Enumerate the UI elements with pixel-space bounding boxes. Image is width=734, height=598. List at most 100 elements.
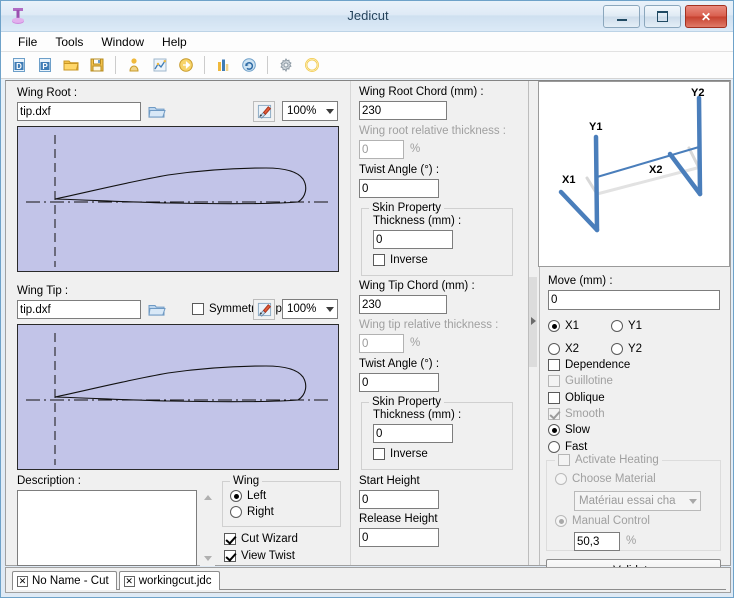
oblique-checkbox[interactable]: Oblique xyxy=(548,392,605,404)
material-value: Matériau essai cha xyxy=(579,495,676,507)
refresh-icon[interactable] xyxy=(237,53,261,77)
speed-radio-slow[interactable]: Slow xyxy=(548,424,590,436)
scroll-up-arrow-icon[interactable] xyxy=(200,490,215,505)
settings-gear-icon[interactable] xyxy=(274,53,298,77)
menu-item-tools[interactable]: Tools xyxy=(46,33,92,51)
view-twist-label: View Twist xyxy=(241,550,295,562)
axis-radio-y2[interactable]: Y2 xyxy=(611,343,642,355)
wing-tip-relative-thickness-unit: % xyxy=(410,337,421,349)
new-dxf-document-icon[interactable]: D xyxy=(7,53,31,77)
radio-dot xyxy=(548,320,560,332)
wing-tip-twist-input[interactable] xyxy=(359,373,439,392)
choose-material-radio: Choose Material xyxy=(555,473,656,485)
axis-radio-y1[interactable]: Y1 xyxy=(611,320,642,332)
wing-tip-edit-profile-button[interactable] xyxy=(253,299,275,320)
wing-side-radio-left[interactable]: Left xyxy=(230,490,266,502)
wing-root-edit-profile-button[interactable] xyxy=(253,101,275,122)
close-tab-icon[interactable]: ✕ xyxy=(123,575,135,587)
checkbox-box xyxy=(192,303,204,315)
cut-wizard-label: Cut Wizard xyxy=(241,533,298,545)
new-project-icon[interactable]: P xyxy=(33,53,57,77)
root-airfoil-drawing xyxy=(26,135,330,267)
wing-root-relative-thickness-label: Wing root relative thickness : xyxy=(359,125,507,137)
radio-dot xyxy=(611,320,623,332)
minimize-button[interactable] xyxy=(603,5,640,28)
wing-root-zoom-value: 100% xyxy=(287,105,317,117)
cut-wizard-checkbox[interactable]: Cut Wizard xyxy=(224,533,298,545)
wing-root-skin-thickness-label: Thickness (mm) : xyxy=(373,215,462,227)
menu-item-window[interactable]: Window xyxy=(92,33,153,51)
checkbox-box xyxy=(373,254,385,266)
chevron-right-icon[interactable] xyxy=(531,317,536,325)
wing-tip-file-input[interactable] xyxy=(17,300,141,319)
save-icon[interactable] xyxy=(85,53,109,77)
menu-item-file[interactable]: File xyxy=(9,33,46,51)
axis-label-y2: Y2 xyxy=(691,87,704,99)
release-height-input[interactable] xyxy=(359,528,439,547)
chart-curve-icon[interactable] xyxy=(148,53,172,77)
radio-dot xyxy=(555,473,567,485)
wing-tip-skin-group: Skin Property Thickness (mm) : Inverse xyxy=(361,396,513,470)
guillotine-label: Guillotine xyxy=(565,375,613,387)
wing-tip-label: Wing Tip : xyxy=(17,285,69,297)
bar-chart-icon[interactable] xyxy=(211,53,235,77)
wing-side-right-label: Right xyxy=(247,506,274,518)
wing-tip-relative-thickness-input[interactable] xyxy=(359,334,404,353)
machine-3d-view[interactable]: X1 Y1 X2 Y2 xyxy=(538,81,730,267)
speed-radio-fast[interactable]: Fast xyxy=(548,441,587,453)
toolbar-separator xyxy=(115,56,116,74)
wing-root-twist-label: Twist Angle (°) : xyxy=(359,164,440,176)
tab-workingcut-jdc[interactable]: ✕ workingcut.jdc xyxy=(118,571,220,590)
tab-no-name-cut[interactable]: ✕ No Name - Cut xyxy=(12,571,117,590)
wing-tip-skin-group-title: Skin Property xyxy=(369,396,445,408)
open-folder-icon[interactable] xyxy=(59,53,83,77)
maximize-button[interactable] xyxy=(644,5,681,28)
view-twist-checkbox[interactable]: View Twist xyxy=(224,550,295,562)
wing-tip-zoom-select[interactable]: 100% xyxy=(282,299,338,319)
axis-radio-x2[interactable]: X2 xyxy=(548,343,579,355)
description-textarea[interactable] xyxy=(17,490,197,566)
wing-tip-profile-view[interactable] xyxy=(17,324,339,470)
document-tabs: ✕ No Name - Cut ✕ workingcut.jdc xyxy=(12,571,220,590)
wing-root-chord-input[interactable] xyxy=(359,101,447,120)
wing-root-skin-inverse-label: Inverse xyxy=(390,254,428,266)
wing-root-skin-inverse-checkbox[interactable]: Inverse xyxy=(373,254,428,266)
user-profile-icon[interactable] xyxy=(122,53,146,77)
wing-root-zoom-select[interactable]: 100% xyxy=(282,101,338,121)
wing-side-radio-right[interactable]: Right xyxy=(230,506,274,518)
start-height-label: Start Height xyxy=(359,475,420,487)
scroll-down-arrow-icon[interactable] xyxy=(200,551,215,566)
title-bar: Jedicut ✕ xyxy=(1,1,733,32)
dependence-checkbox[interactable]: Dependence xyxy=(548,359,630,371)
radio-dot xyxy=(548,441,560,453)
export-arrow-icon[interactable] xyxy=(174,53,198,77)
wing-root-browse-button[interactable] xyxy=(146,101,168,122)
wing-root-twist-input[interactable] xyxy=(359,179,439,198)
start-height-input[interactable] xyxy=(359,490,439,509)
menu-item-help[interactable]: Help xyxy=(153,33,196,51)
radio-dot xyxy=(611,343,623,355)
manual-control-input xyxy=(574,532,620,551)
description-scrollbar[interactable] xyxy=(200,490,215,566)
axis-label-y1: Y1 xyxy=(589,121,602,133)
move-input[interactable] xyxy=(548,290,720,310)
wing-root-file-input[interactable] xyxy=(17,102,141,121)
radio-dot xyxy=(548,343,560,355)
wing-root-skin-thickness-input[interactable] xyxy=(373,230,453,249)
tip-airfoil-drawing xyxy=(26,333,330,465)
close-button[interactable]: ✕ xyxy=(685,5,727,28)
main-client-area: Wing Root : 100% xyxy=(5,80,731,583)
wing-tip-skin-inverse-checkbox[interactable]: Inverse xyxy=(373,448,428,460)
wing-root-profile-view[interactable] xyxy=(17,126,339,272)
axis-radio-x1[interactable]: X1 xyxy=(548,320,579,332)
wing-tip-browse-button[interactable] xyxy=(146,299,168,320)
machine-pane: X1 Y1 X2 Y2 Move (mm) : X1 Y1 X2 xyxy=(538,81,730,583)
heating-ring-icon[interactable] xyxy=(300,53,324,77)
radio-dot xyxy=(230,506,242,518)
tab-no-name-cut-label: No Name - Cut xyxy=(32,575,109,587)
wing-tip-chord-input[interactable] xyxy=(359,295,447,314)
speed-slow-label: Slow xyxy=(565,424,590,436)
wing-root-relative-thickness-input[interactable] xyxy=(359,140,404,159)
wing-tip-skin-thickness-input[interactable] xyxy=(373,424,453,443)
close-tab-icon[interactable]: ✕ xyxy=(17,575,28,587)
